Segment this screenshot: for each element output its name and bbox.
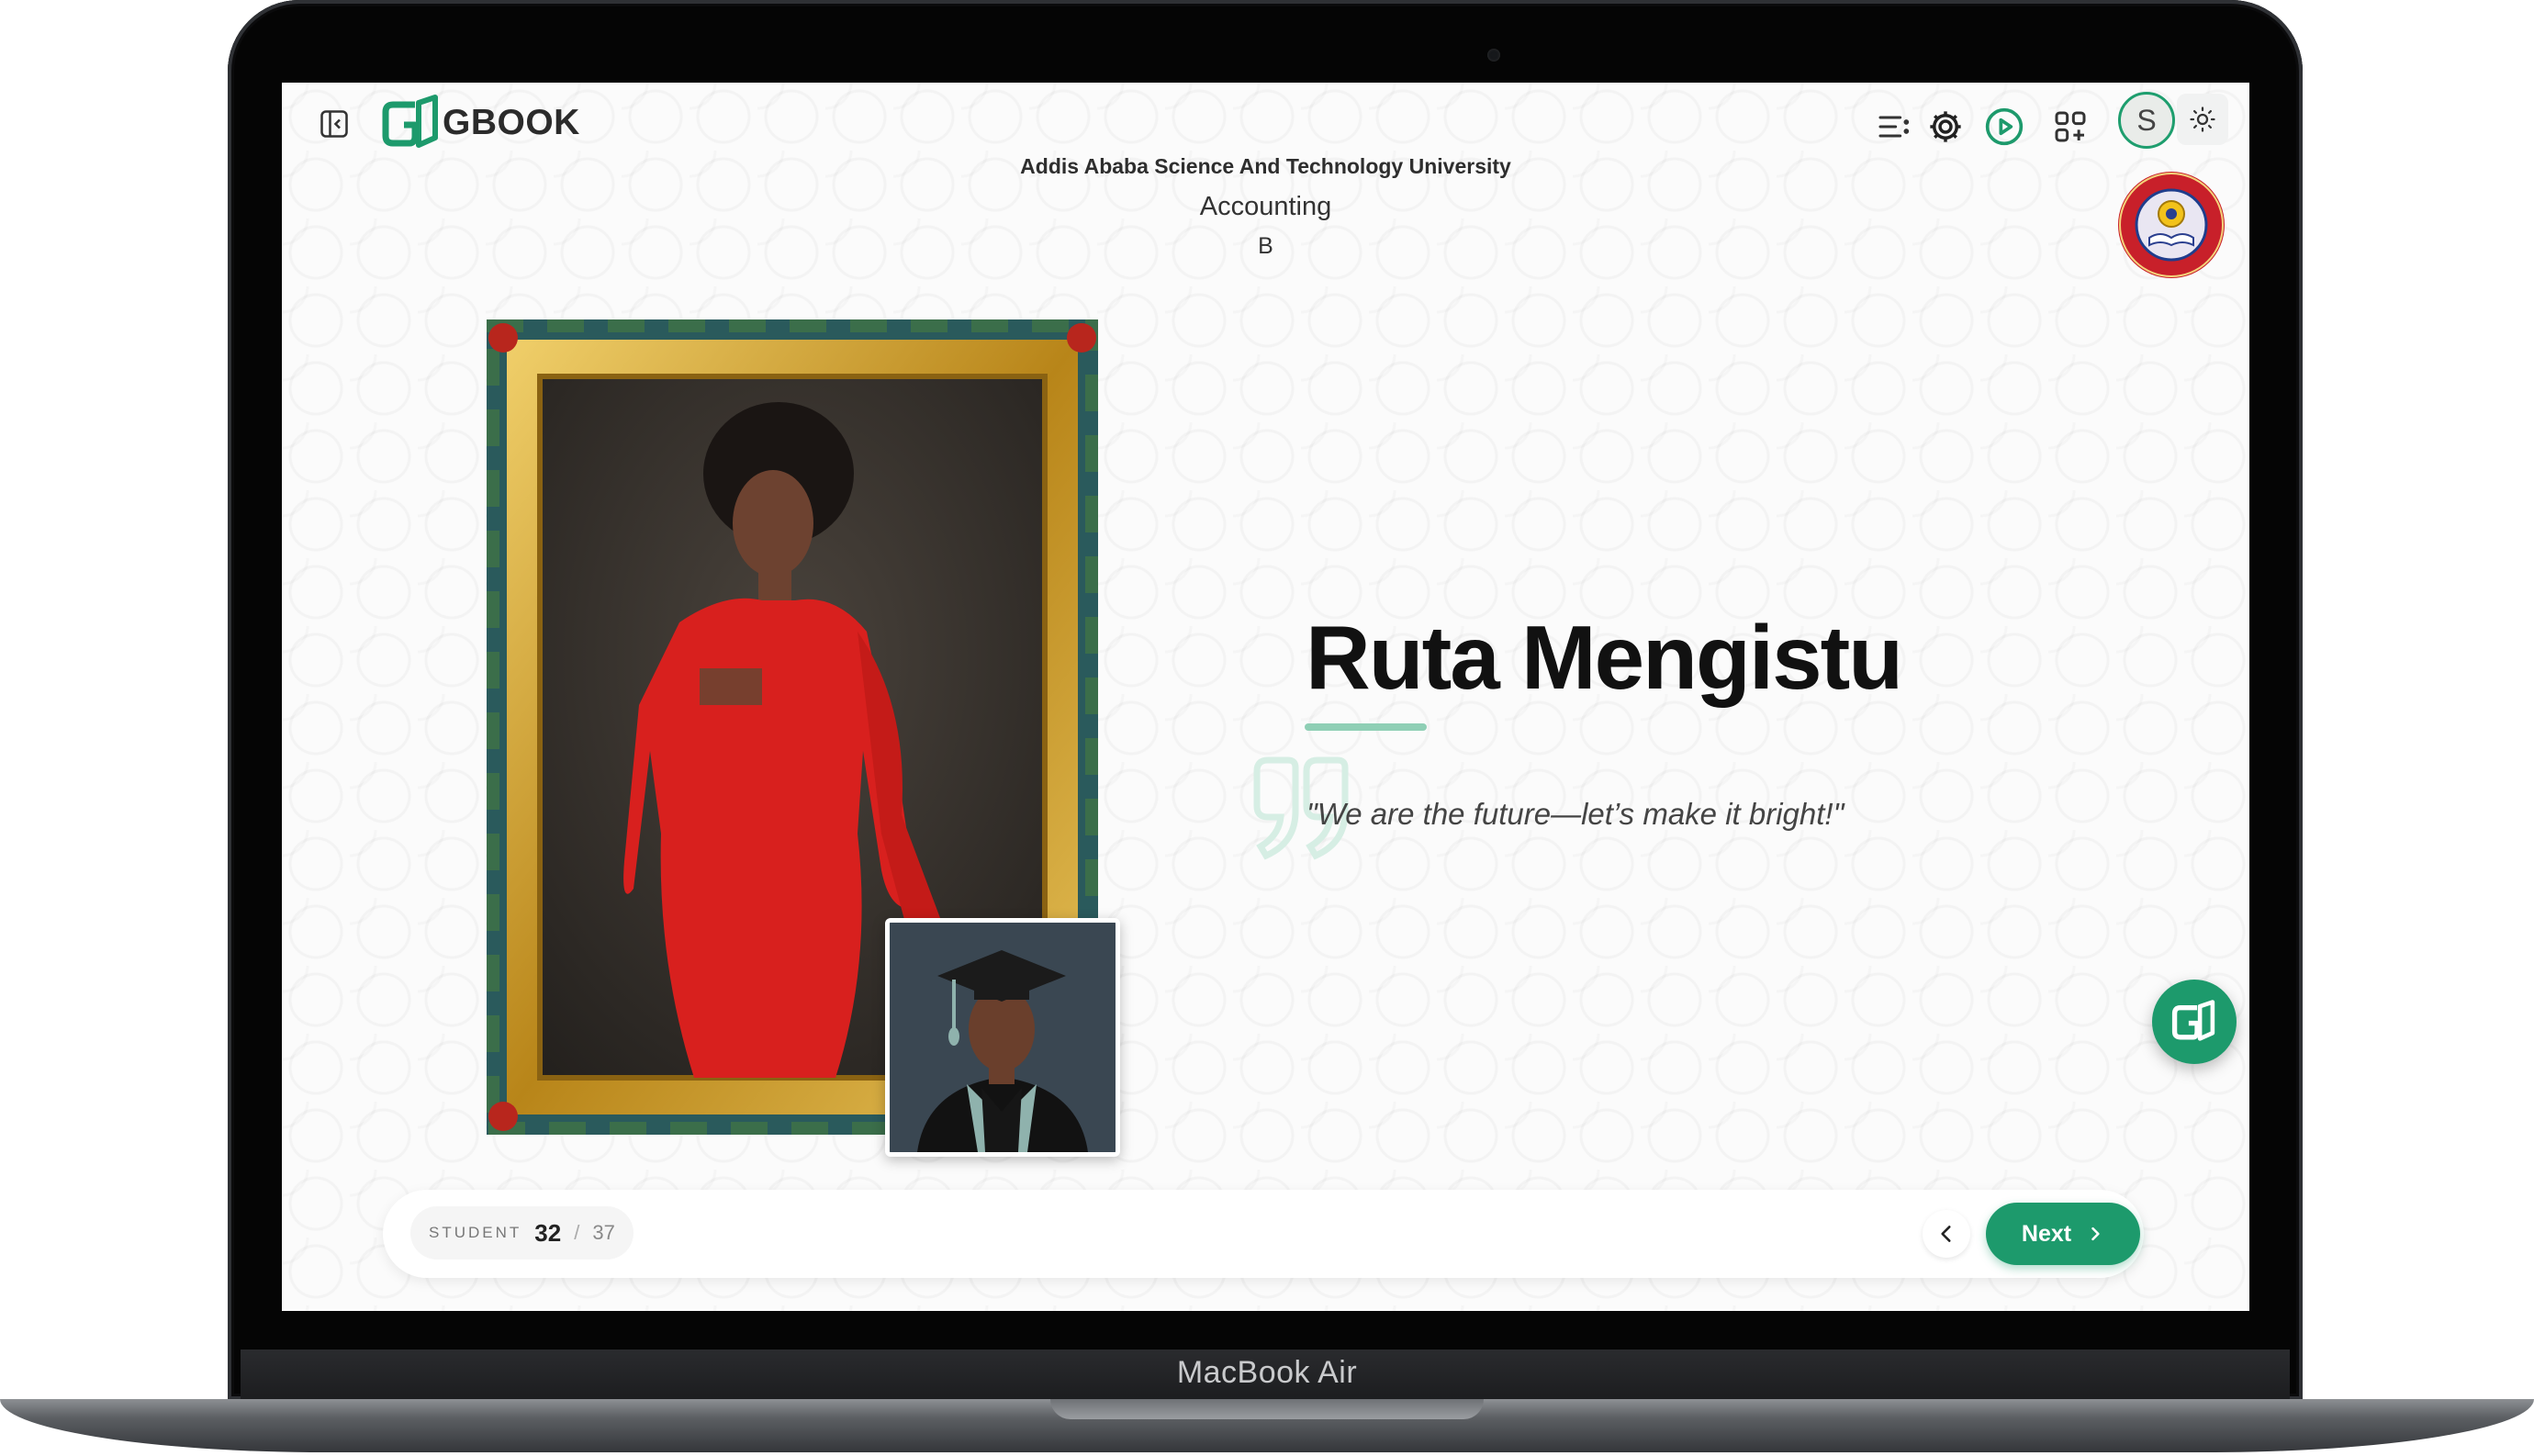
counter-total: 37 — [592, 1221, 615, 1244]
logo-mark-icon — [2171, 1000, 2215, 1041]
logo-text: GBOOK — [443, 103, 580, 142]
logo-mark-icon — [382, 95, 438, 148]
section-label: B — [1258, 233, 1273, 259]
student-name: Ruta Mengistu — [1306, 607, 1903, 708]
app-screen: GBOOK S Addis Ababa Science And Technolo… — [282, 83, 2249, 1311]
counter-separator: / — [574, 1221, 580, 1244]
university-seal — [2118, 172, 2225, 278]
laptop-base-notch — [1050, 1399, 1484, 1419]
sidebar-toggle-button[interactable] — [311, 101, 357, 147]
chevron-right-icon — [2091, 1226, 2100, 1241]
camera — [1487, 49, 1500, 62]
theme-toggle-button[interactable] — [2177, 94, 2228, 145]
gbook-assistant-button[interactable] — [2152, 980, 2237, 1064]
graduation-photo — [890, 923, 1116, 1152]
student-quote: "We are the future—let’s make it bright!… — [1306, 797, 1844, 831]
student-navigation-bar: STUDENT 32 / 37 Next — [383, 1190, 2144, 1278]
sidebar-toggle-icon — [320, 110, 348, 138]
list-filter-icon — [1878, 116, 1910, 138]
counter-current: 32 — [534, 1218, 562, 1247]
play-button[interactable] — [1980, 103, 2028, 151]
apps-icon — [2055, 111, 2086, 142]
apps-button[interactable] — [2046, 103, 2094, 151]
settings-icon — [1930, 111, 1961, 142]
graduation-photo-thumbnail[interactable] — [885, 918, 1120, 1157]
play-icon — [1985, 107, 2024, 146]
student-counter: STUDENT 32 / 37 — [410, 1206, 634, 1260]
counter-label: STUDENT — [429, 1224, 522, 1241]
list-filter-button[interactable] — [1870, 103, 1918, 151]
name-underline — [1305, 723, 1427, 731]
department-name: Accounting — [1199, 192, 1332, 221]
sun-icon — [2190, 106, 2215, 132]
settings-button[interactable] — [1922, 103, 1969, 151]
user-avatar[interactable]: S — [2118, 92, 2175, 149]
chevron-left-icon — [1941, 1226, 1951, 1242]
laptop-model-label: MacBook Air — [1176, 1355, 1358, 1390]
next-button-label: Next — [2021, 1220, 2072, 1247]
previous-button[interactable] — [1923, 1210, 1970, 1258]
app-logo[interactable]: GBOOK — [378, 86, 580, 160]
university-name: Addis Ababa Science And Technology Unive… — [1020, 154, 1511, 178]
next-button[interactable]: Next — [1986, 1203, 2140, 1265]
